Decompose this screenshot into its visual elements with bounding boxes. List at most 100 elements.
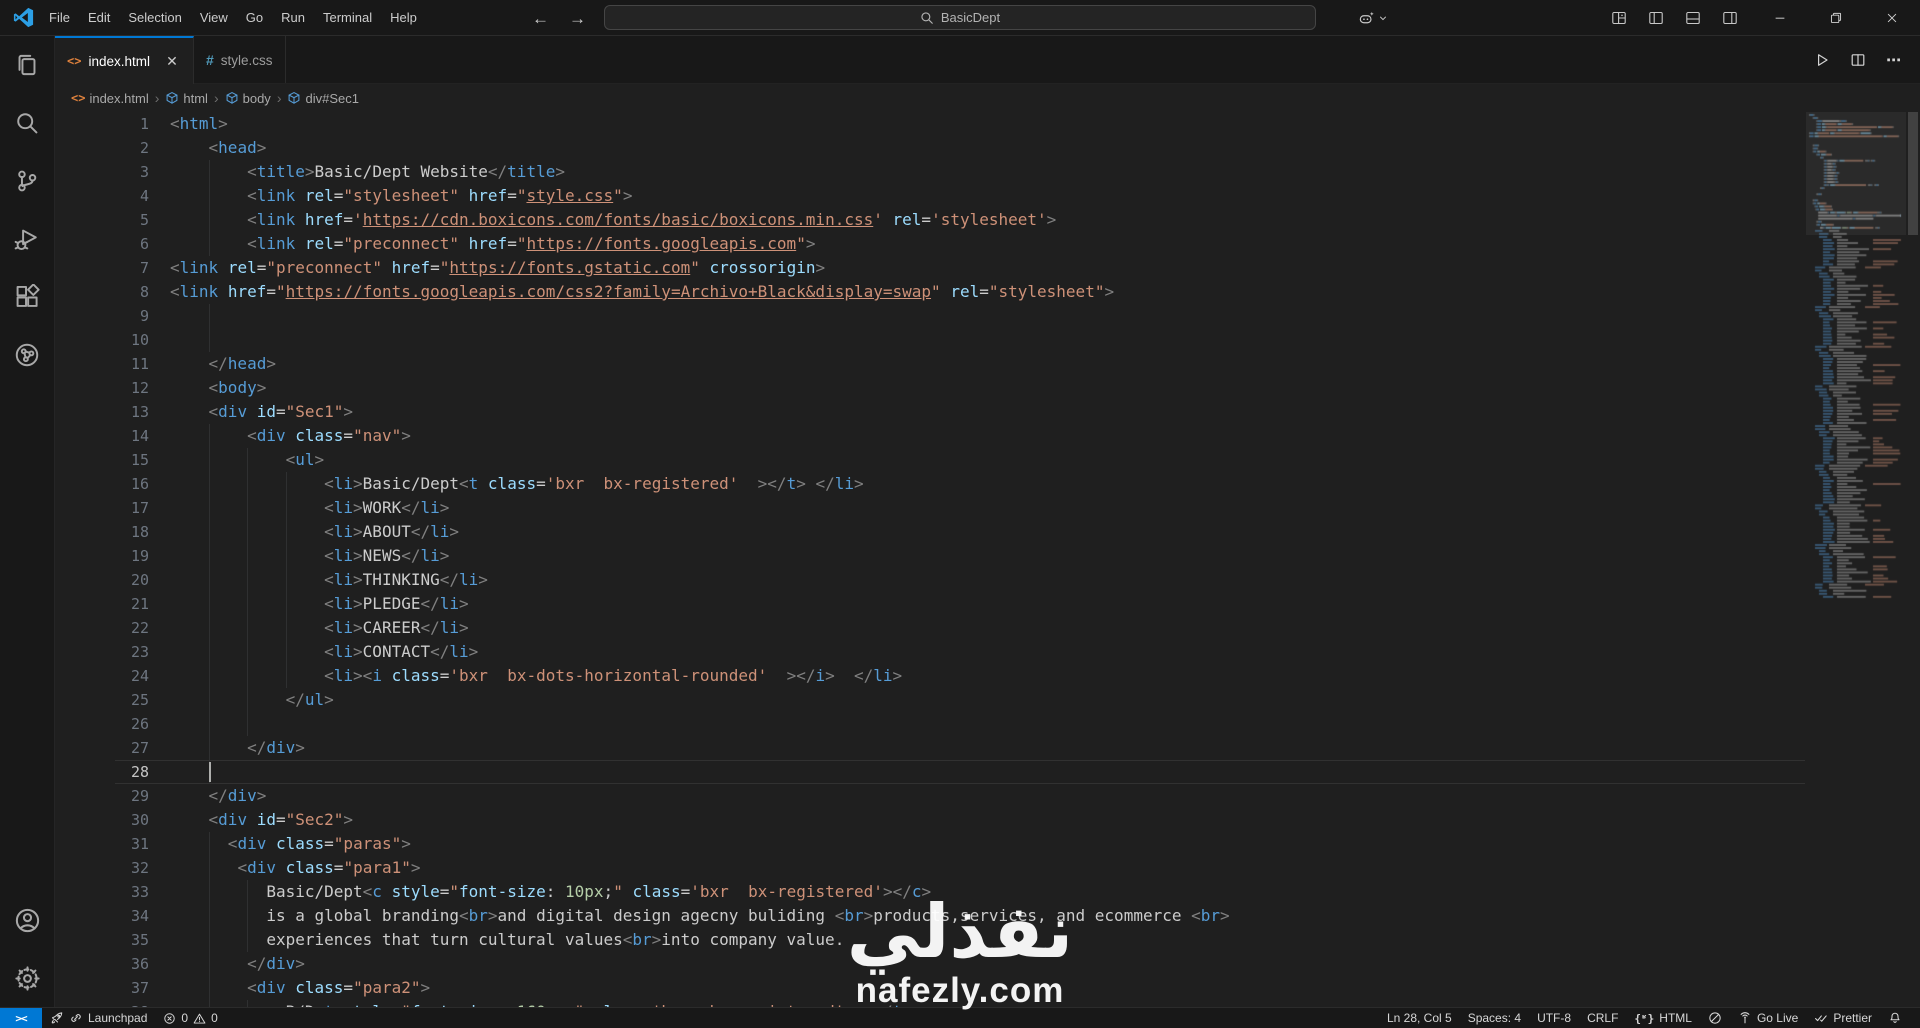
menu-run[interactable]: Run xyxy=(272,0,314,36)
code-line-text[interactable]: <li>Basic/Dept<t class='bxr bx-registere… xyxy=(170,472,1920,496)
menu-selection[interactable]: Selection xyxy=(119,0,190,36)
tab-index.html[interactable]: <> index.html ✕ xyxy=(55,36,194,84)
line-number[interactable]: 38 xyxy=(55,1000,170,1007)
code-editor[interactable]: 1 <html> 2 <head> 3 <title>Basic/Dept Websi… xyxy=(55,112,1920,1007)
split-editor-button[interactable] xyxy=(1850,52,1866,68)
toggle-primary-sidebar-icon[interactable] xyxy=(1648,10,1664,26)
line-number[interactable]: 26 xyxy=(55,712,170,736)
code-line-text[interactable]: <div class="paras"> xyxy=(170,832,1920,856)
line-number[interactable]: 24 xyxy=(55,664,170,688)
breadcrumb-item-divSec1[interactable]: div#Sec1 xyxy=(287,91,359,106)
line-number[interactable]: 2 xyxy=(55,136,170,160)
line-number[interactable]: 15 xyxy=(55,448,170,472)
code-line-text[interactable]: <div id="Sec1"> xyxy=(170,400,1920,424)
code-line-text[interactable]: is a global branding<br>and digital desi… xyxy=(170,904,1920,928)
code-line-text[interactable]: </div> xyxy=(170,784,1920,808)
back-arrow-icon[interactable]: ← xyxy=(532,10,549,27)
remote-indicator[interactable]: >< xyxy=(0,1008,42,1028)
menu-help[interactable]: Help xyxy=(381,0,426,36)
tab-style.css[interactable]: # style.css xyxy=(193,36,286,84)
activitybar-run-debug[interactable] xyxy=(0,210,55,268)
line-number[interactable]: 6 xyxy=(55,232,170,256)
code-line-text[interactable]: <li>NEWS</li> xyxy=(170,544,1920,568)
activitybar-remote-graph[interactable] xyxy=(0,326,55,384)
status-copilot-status[interactable] xyxy=(1700,1008,1730,1028)
line-number[interactable]: 31 xyxy=(55,832,170,856)
activitybar-source-control[interactable] xyxy=(0,152,55,210)
vscode-logo-icon[interactable] xyxy=(13,7,34,28)
forward-arrow-icon[interactable]: → xyxy=(569,10,586,27)
line-number[interactable]: 9 xyxy=(55,304,170,328)
code-line-text[interactable]: <link href="https://fonts.googleapis.com… xyxy=(170,280,1920,304)
code-line-text[interactable]: Basic/Dept<c style="font-size: 10px;" cl… xyxy=(170,880,1920,904)
code-line-text[interactable]: <body> xyxy=(170,376,1920,400)
line-number[interactable]: 7 xyxy=(55,256,170,280)
scrollbar-thumb[interactable] xyxy=(1908,112,1918,235)
status-prettier[interactable]: Prettier xyxy=(1806,1008,1880,1028)
line-number[interactable]: 25 xyxy=(55,688,170,712)
breadcrumb-item-html[interactable]: html xyxy=(165,91,208,106)
line-number[interactable]: 3 xyxy=(55,160,170,184)
line-number[interactable]: 16 xyxy=(55,472,170,496)
code-line-text[interactable]: B/D<t style="font-size: 160px;" class='b… xyxy=(170,1000,1920,1007)
code-line-text[interactable]: <link rel="stylesheet" href="style.css"> xyxy=(170,184,1920,208)
close-tab-icon[interactable]: ✕ xyxy=(163,52,181,70)
minimap-slider[interactable] xyxy=(1806,112,1906,235)
code-line-text[interactable]: <li>ABOUT</li> xyxy=(170,520,1920,544)
line-number[interactable]: 19 xyxy=(55,544,170,568)
code-line-text[interactable] xyxy=(170,328,1920,352)
line-number[interactable]: 37 xyxy=(55,976,170,1000)
breadcrumb-item-indexhtml[interactable]: <> index.html xyxy=(71,91,149,106)
status-notifications[interactable] xyxy=(1880,1008,1910,1028)
activitybar-settings[interactable] xyxy=(0,949,55,1007)
line-number[interactable]: 4 xyxy=(55,184,170,208)
line-number[interactable]: 27 xyxy=(55,736,170,760)
code-line-text[interactable]: </div> xyxy=(170,952,1920,976)
code-line-text[interactable]: <div class="para2"> xyxy=(170,976,1920,1000)
code-line-text[interactable] xyxy=(170,760,1920,784)
code-line-text[interactable]: <li>PLEDGE</li> xyxy=(170,592,1920,616)
code-line-text[interactable]: <link rel="preconnect" href="https://fon… xyxy=(170,232,1920,256)
menu-go[interactable]: Go xyxy=(237,0,272,36)
status-eol[interactable]: CRLF xyxy=(1579,1008,1626,1028)
line-number[interactable]: 1 xyxy=(55,112,170,136)
code-line-text[interactable]: <link rel="preconnect" href="https://fon… xyxy=(170,256,1920,280)
status-encoding[interactable]: UTF-8 xyxy=(1529,1008,1579,1028)
code-line-text[interactable]: <head> xyxy=(170,136,1920,160)
command-center-search[interactable]: BasicDept xyxy=(604,5,1316,30)
code-line-text[interactable]: </head> xyxy=(170,352,1920,376)
toggle-secondary-sidebar-icon[interactable] xyxy=(1722,10,1738,26)
code-line-text[interactable]: <div class="nav"> xyxy=(170,424,1920,448)
code-line-text[interactable]: <html> xyxy=(170,112,1920,136)
line-number[interactable]: 23 xyxy=(55,640,170,664)
code-line-text[interactable]: <li>CONTACT</li> xyxy=(170,640,1920,664)
code-line-text[interactable]: <li>THINKING</li> xyxy=(170,568,1920,592)
code-line-text[interactable] xyxy=(170,712,1920,736)
line-number[interactable]: 17 xyxy=(55,496,170,520)
minimap[interactable] xyxy=(1806,112,1906,1007)
line-number[interactable]: 33 xyxy=(55,880,170,904)
minimize-button[interactable] xyxy=(1752,0,1808,36)
line-number[interactable]: 22 xyxy=(55,616,170,640)
line-number[interactable]: 14 xyxy=(55,424,170,448)
line-number[interactable]: 20 xyxy=(55,568,170,592)
close-window-button[interactable] xyxy=(1864,0,1920,36)
activitybar-extensions[interactable] xyxy=(0,268,55,326)
editor-scrollbar[interactable] xyxy=(1906,112,1920,1007)
line-number[interactable]: 32 xyxy=(55,856,170,880)
code-line-text[interactable]: </div> xyxy=(170,736,1920,760)
code-line-text[interactable]: <li>CAREER</li> xyxy=(170,616,1920,640)
code-line-text[interactable] xyxy=(170,304,1920,328)
line-number[interactable]: 28 xyxy=(55,760,170,784)
line-number[interactable]: 36 xyxy=(55,952,170,976)
status-problems[interactable]: 00 xyxy=(155,1008,225,1028)
code-line-text[interactable]: </ul> xyxy=(170,688,1920,712)
menu-edit[interactable]: Edit xyxy=(79,0,119,36)
status-indentation[interactable]: Spaces: 4 xyxy=(1460,1008,1529,1028)
copilot-menu[interactable] xyxy=(1358,0,1388,36)
code-line-text[interactable]: <title>Basic/Dept Website</title> xyxy=(170,160,1920,184)
line-number[interactable]: 30 xyxy=(55,808,170,832)
status-language-mode[interactable]: {ʶ} HTML xyxy=(1626,1008,1700,1028)
run-button[interactable] xyxy=(1814,52,1830,68)
line-number[interactable]: 29 xyxy=(55,784,170,808)
